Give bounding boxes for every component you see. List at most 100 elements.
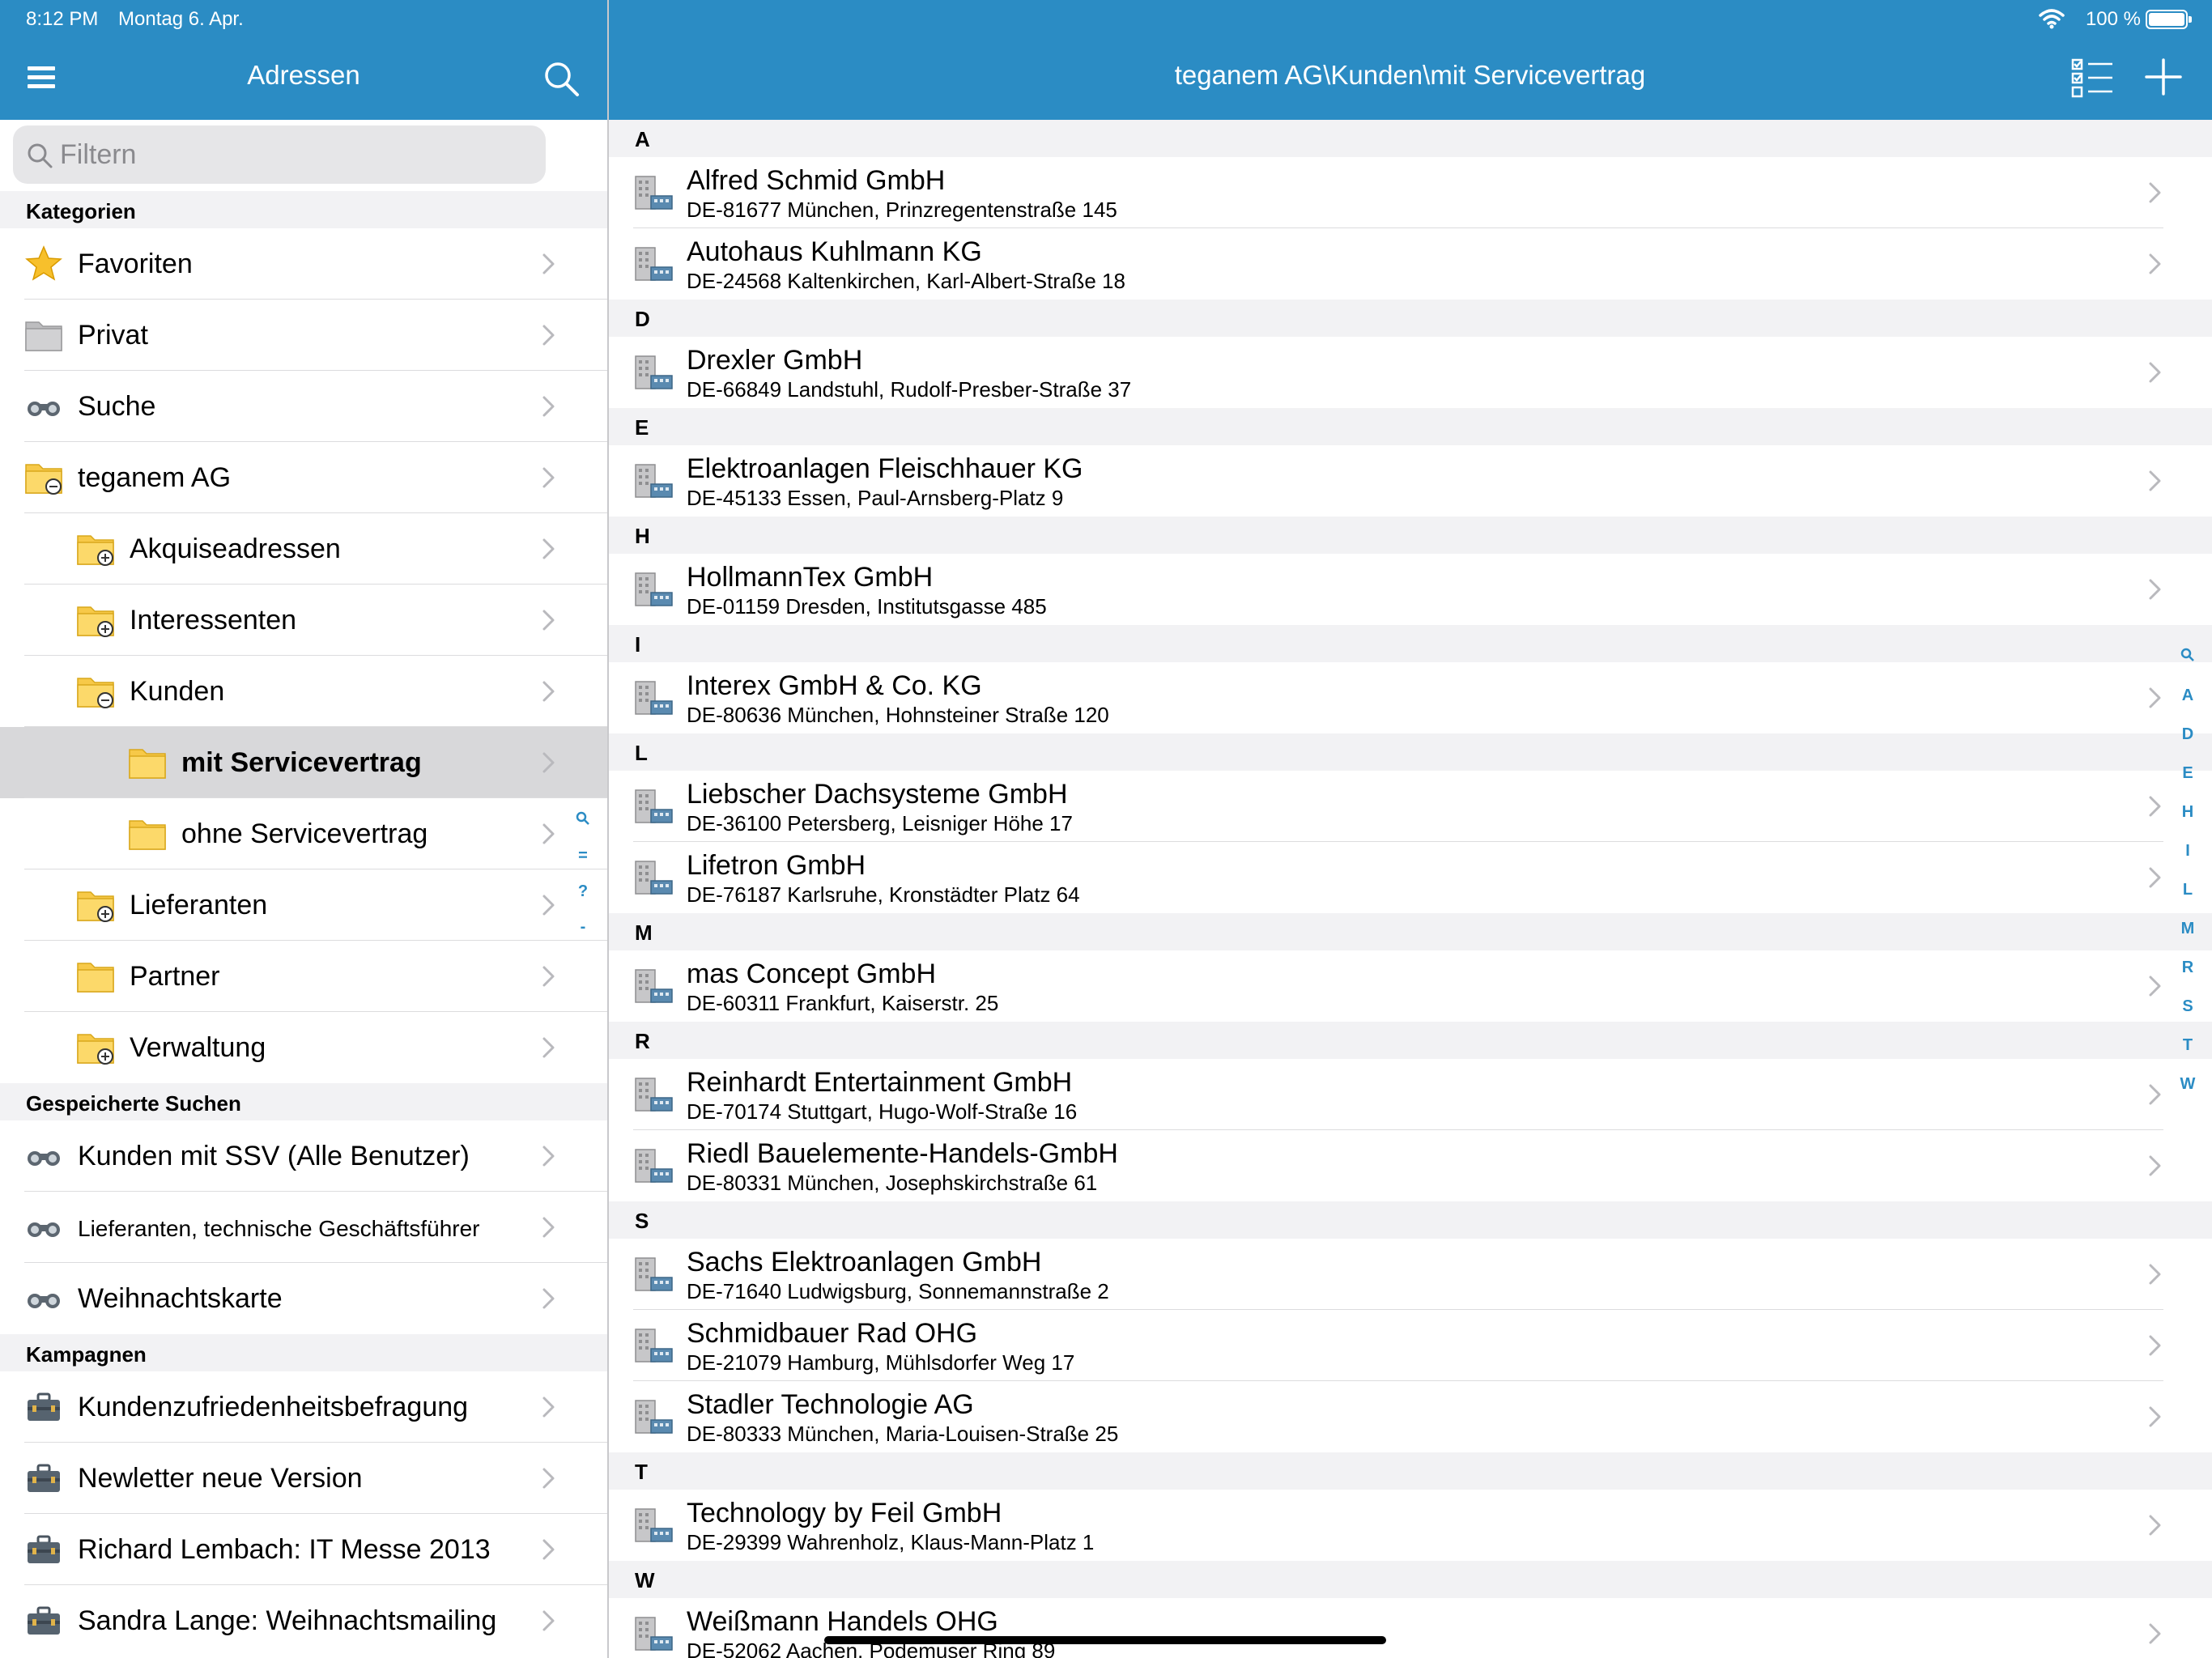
address-row[interactable]: Lifetron GmbH DE-76187 Karlsruhe, Kronst… — [609, 842, 2212, 913]
status-date: Montag 6. Apr. — [118, 8, 244, 30]
index-letter[interactable]: M — [2172, 920, 2204, 959]
company-name: Reinhardt Entertainment GmbH — [687, 1067, 1073, 1098]
building-icon — [633, 1075, 674, 1114]
company-address: DE-70174 Stuttgart, Hugo-Wolf-Straße 16 — [687, 1099, 1078, 1124]
company-name: Technology by Feil GmbH — [687, 1498, 1002, 1528]
campaign-weihnachtsmailing[interactable]: Sandra Lange: Weihnachtsmailing — [0, 1585, 607, 1656]
saved-search-kunden-mit-ssv[interactable]: Kunden mit SSV (Alle Benutzer) — [0, 1120, 607, 1192]
category-label: Akquiseadressen — [130, 534, 341, 564]
category-privat[interactable]: Privat — [0, 300, 607, 371]
address-row[interactable]: HollmannTex GmbH DE-01159 Dresden, Insti… — [609, 554, 2212, 625]
chevron-right-icon — [541, 751, 557, 774]
folder-minus-icon — [24, 458, 63, 495]
section-letter: R — [609, 1022, 2212, 1059]
chevron-right-icon — [2147, 1405, 2163, 1428]
category-partner[interactable]: Partner — [0, 941, 607, 1012]
binoculars-icon — [24, 1137, 63, 1174]
address-row[interactable]: Autohaus Kuhlmann KG DE-24568 Kaltenkirc… — [609, 228, 2212, 300]
index-search-icon[interactable] — [567, 811, 599, 847]
chevron-right-icon — [2147, 361, 2163, 384]
chevron-right-icon — [2147, 253, 2163, 275]
building-icon — [633, 1146, 674, 1185]
category-interessenten[interactable]: Interessenten — [0, 585, 607, 656]
index-letter[interactable]: T — [2172, 1036, 2204, 1075]
category-favoriten[interactable]: Favoriten — [0, 228, 607, 300]
company-address: DE-80636 München, Hohnsteiner Straße 120 — [687, 703, 1109, 727]
category-teganem-ag[interactable]: teganem AG — [0, 442, 607, 513]
home-indicator[interactable] — [824, 1636, 1386, 1644]
left-section-index[interactable]: = ? - — [567, 811, 599, 954]
chevron-right-icon — [2147, 470, 2163, 492]
chevron-right-icon — [2147, 795, 2163, 818]
saved-search-label: Lieferanten, technische Geschäftsführer — [78, 1216, 480, 1241]
briefcase-icon — [24, 1530, 63, 1567]
index-letter[interactable]: S — [2172, 997, 2204, 1036]
category-ohne-servicevertrag[interactable]: ohne Servicevertrag — [0, 798, 607, 869]
building-icon — [633, 858, 674, 897]
search-icon[interactable] — [542, 60, 580, 97]
address-row[interactable]: Weißmann Handels OHG DE-52062 Aachen, Po… — [609, 1598, 2212, 1658]
index-letter[interactable]: E — [2172, 764, 2204, 803]
company-address: DE-21079 Hamburg, Mühlsdorfer Weg 17 — [687, 1350, 1075, 1375]
checklist-icon[interactable] — [2070, 57, 2114, 100]
category-kunden[interactable]: Kunden — [0, 656, 607, 727]
chevron-right-icon — [541, 395, 557, 418]
right-section-index[interactable]: A D E H I L M R S T W — [2172, 648, 2204, 1114]
saved-search-lieferanten[interactable]: Lieferanten, technische Geschäftsführer — [0, 1192, 607, 1263]
index-letter[interactable]: D — [2172, 725, 2204, 764]
company-address: DE-60311 Frankfurt, Kaiserstr. 25 — [687, 991, 999, 1015]
company-name: Sachs Elektroanlagen GmbH — [687, 1247, 1042, 1278]
index-entry[interactable]: = — [567, 847, 599, 882]
index-search-icon[interactable] — [2172, 648, 2204, 687]
category-lieferanten[interactable]: Lieferanten — [0, 869, 607, 941]
saved-search-weihnachtskarte[interactable]: Weihnachtskarte — [0, 1263, 607, 1334]
index-entry[interactable]: ? — [567, 882, 599, 918]
folder-icon — [128, 743, 167, 780]
address-row[interactable]: Riedl Bauelemente-Handels-GmbH DE-80331 … — [609, 1130, 2212, 1201]
saved-search-label: Weihnachtskarte — [78, 1283, 283, 1314]
campaign-kundenzufriedenheitsbefragung[interactable]: Kundenzufriedenheitsbefragung — [0, 1371, 607, 1443]
address-row[interactable]: Interex GmbH & Co. KG DE-80636 München, … — [609, 662, 2212, 733]
campaign-newletter[interactable]: Newletter neue Version — [0, 1443, 607, 1514]
address-row[interactable]: mas Concept GmbH DE-60311 Frankfurt, Kai… — [609, 950, 2212, 1022]
address-row[interactable]: Stadler Technologie AG DE-80333 München,… — [609, 1381, 2212, 1452]
index-letter[interactable]: W — [2172, 1075, 2204, 1114]
chevron-right-icon — [541, 1287, 557, 1310]
category-label: ohne Servicevertrag — [181, 818, 428, 849]
index-letter[interactable]: I — [2172, 842, 2204, 881]
category-mit-servicevertrag[interactable]: mit Servicevertrag — [0, 727, 607, 798]
index-letter[interactable]: A — [2172, 687, 2204, 725]
address-row[interactable]: Liebscher Dachsysteme GmbH DE-36100 Pete… — [609, 771, 2212, 842]
address-row[interactable]: Reinhardt Entertainment GmbH DE-70174 St… — [609, 1059, 2212, 1130]
address-row[interactable]: Technology by Feil GmbH DE-29399 Wahrenh… — [609, 1490, 2212, 1561]
category-akquiseadressen[interactable]: Akquiseadressen — [0, 513, 607, 585]
building-icon — [633, 678, 674, 717]
address-row[interactable]: Sachs Elektroanlagen GmbH DE-71640 Ludwi… — [609, 1239, 2212, 1310]
address-row[interactable]: Elektroanlagen Fleischhauer KG DE-45133 … — [609, 445, 2212, 517]
chevron-right-icon — [541, 1036, 557, 1059]
address-row[interactable]: Alfred Schmid GmbH DE-81677 München, Pri… — [609, 157, 2212, 228]
left-nav-bar: Adressen — [0, 39, 607, 120]
section-letter: M — [609, 913, 2212, 950]
folder-icon — [76, 957, 115, 994]
section-header-gespeicherte-suchen: Gespeicherte Suchen — [0, 1083, 607, 1120]
building-icon — [633, 1506, 674, 1545]
add-icon[interactable] — [2143, 57, 2184, 97]
address-row[interactable]: Drexler GmbH DE-66849 Landstuhl, Rudolf-… — [609, 337, 2212, 408]
filter-field[interactable] — [13, 125, 546, 184]
category-suche[interactable]: Suche — [0, 371, 607, 442]
section-letter: S — [609, 1201, 2212, 1239]
index-letter[interactable]: R — [2172, 959, 2204, 997]
index-letter[interactable]: H — [2172, 803, 2204, 842]
address-row[interactable]: Schmidbauer Rad OHG DE-21079 Hamburg, Mü… — [609, 1310, 2212, 1381]
index-entry[interactable]: - — [567, 918, 599, 954]
category-label: teganem AG — [78, 462, 232, 493]
section-letter: A — [609, 120, 2212, 157]
filter-input[interactable] — [60, 134, 530, 176]
index-letter[interactable]: L — [2172, 881, 2204, 920]
category-verwaltung[interactable]: Verwaltung — [0, 1012, 607, 1083]
star-icon — [24, 244, 63, 282]
company-name: Weißmann Handels OHG — [687, 1606, 998, 1637]
campaign-it-messe[interactable]: Richard Lembach: IT Messe 2013 — [0, 1514, 607, 1585]
chevron-right-icon — [541, 1216, 557, 1239]
